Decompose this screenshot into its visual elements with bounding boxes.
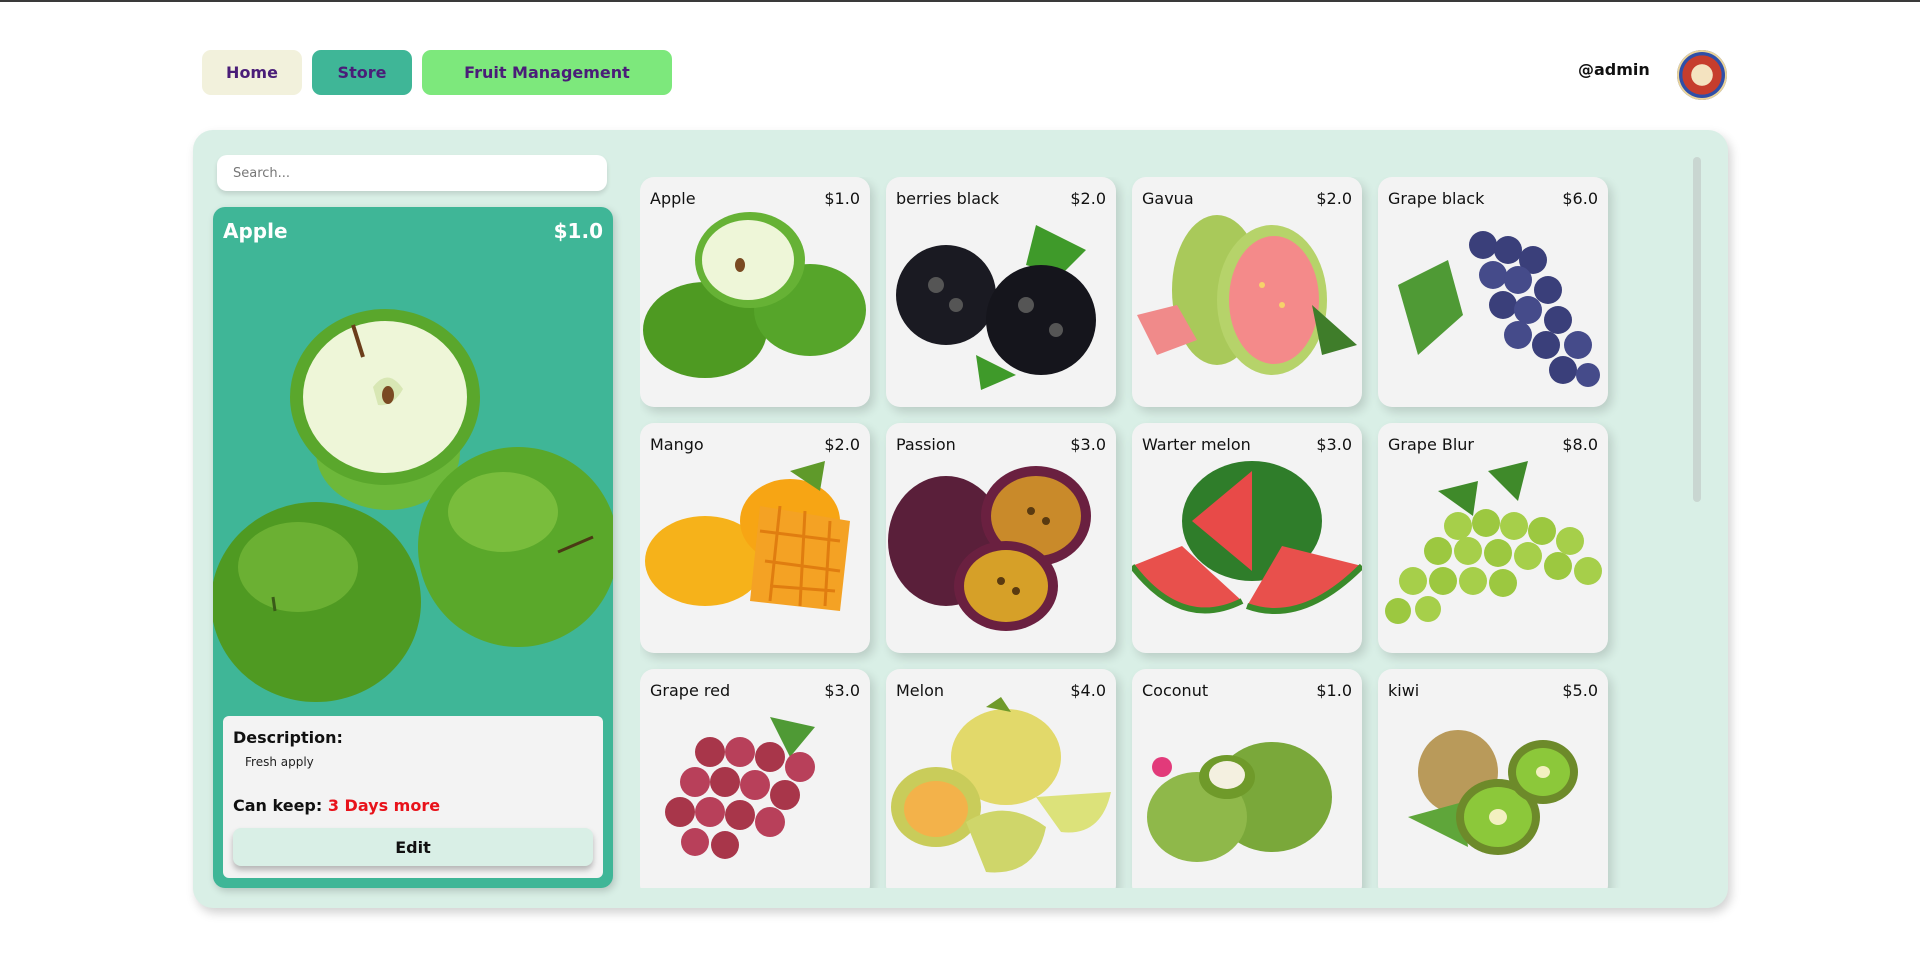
fruit-management-nav-button[interactable]: Fruit Management [422, 50, 672, 95]
username-label: @admin [1578, 60, 1650, 79]
black-grape-icon [1398, 231, 1600, 387]
passion-fruit-icon [888, 466, 1091, 631]
can-keep-label: Can keep: [233, 796, 323, 815]
green-grape-icon [1385, 461, 1602, 624]
fruit-card[interactable]: berries black $2.0 [886, 177, 1116, 407]
fruit-card[interactable]: Warter melon $3.0 [1132, 423, 1362, 653]
store-panel: Apple $1.0 Description: Fresh apply Can … [193, 130, 1728, 908]
edit-button[interactable]: Edit [233, 828, 593, 866]
top-border-line [0, 0, 1920, 2]
search-input[interactable] [217, 155, 607, 191]
kiwi-icon [1408, 730, 1578, 855]
guava-icon [1137, 215, 1357, 375]
red-grape-icon [665, 717, 815, 859]
description-label: Description: [233, 728, 343, 747]
description-box: Description: Fresh apply Can keep: 3 Day… [223, 716, 603, 878]
watermelon-icon [1132, 461, 1362, 614]
blackberry-icon [896, 225, 1096, 390]
fruit-card[interactable]: kiwi $5.0 [1378, 669, 1608, 888]
fruit-card[interactable]: Coconut $1.0 [1132, 669, 1362, 888]
avatar[interactable] [1677, 50, 1727, 100]
apple-icon [213, 309, 613, 702]
melon-icon [891, 697, 1111, 873]
description-text: Fresh apply [245, 755, 314, 769]
fruit-card[interactable]: Gavua $2.0 [1132, 177, 1362, 407]
detail-fruit-name: Apple [223, 219, 288, 243]
store-nav-button[interactable]: Store [312, 50, 412, 95]
mango-icon [645, 461, 850, 611]
fruit-card[interactable]: Passion $3.0 [886, 423, 1116, 653]
can-keep-line: Can keep: 3 Days more [233, 796, 440, 815]
fruit-card[interactable]: Mango $2.0 [640, 423, 870, 653]
fruit-grid: Apple $1.0 berries black $2.0 Gavua $2.0 Grape… [640, 177, 1650, 888]
grid-scrollbar[interactable] [1693, 157, 1701, 502]
selected-fruit-detail: Apple $1.0 Description: Fresh apply Can … [213, 207, 613, 888]
can-keep-value: 3 Days more [327, 796, 441, 815]
coconut-icon [1147, 742, 1332, 862]
green-apple-icon [643, 212, 866, 378]
home-nav-button[interactable]: Home [202, 50, 302, 95]
fruit-card[interactable]: Apple $1.0 [640, 177, 870, 407]
fruit-card[interactable]: Grape red $3.0 [640, 669, 870, 888]
fruit-card[interactable]: Grape black $6.0 [1378, 177, 1608, 407]
fruit-card[interactable]: Melon $4.0 [886, 669, 1116, 888]
detail-fruit-price: $1.0 [553, 219, 603, 243]
fruit-card[interactable]: Grape Blur $8.0 [1378, 423, 1608, 653]
